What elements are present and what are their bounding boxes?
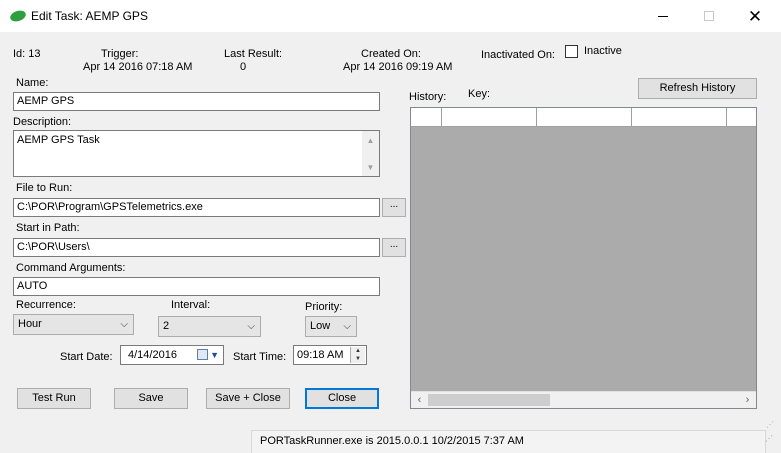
browse-path-button[interactable]: ... bbox=[382, 238, 406, 257]
last-result-label: Last Result: bbox=[224, 48, 283, 60]
spin-up-icon[interactable]: ▲ bbox=[351, 347, 365, 355]
minimize-icon bbox=[658, 15, 668, 17]
calendar-icon[interactable] bbox=[197, 349, 208, 360]
browse-file-button[interactable]: ... bbox=[382, 198, 406, 217]
inactivated-on-label: Inactivated On: bbox=[481, 49, 555, 61]
time-spinner[interactable]: ▲ ▼ bbox=[350, 347, 365, 363]
grid-column-header[interactable] bbox=[727, 108, 756, 127]
priority-value: Low bbox=[310, 320, 331, 332]
scroll-up-icon[interactable]: ▲ bbox=[362, 132, 379, 148]
interval-label: Interval: bbox=[171, 299, 211, 311]
recurrence-value: Hour bbox=[18, 318, 42, 330]
window-title: Edit Task: AEMP GPS bbox=[31, 9, 148, 23]
save-close-button[interactable]: Save + Close bbox=[206, 388, 290, 409]
start-date-picker[interactable]: 4/14/2016 ▼ bbox=[120, 345, 224, 365]
inactive-checkbox[interactable] bbox=[565, 45, 578, 58]
scroll-thumb[interactable] bbox=[428, 394, 550, 406]
close-button[interactable]: Close bbox=[305, 388, 379, 409]
history-grid[interactable]: ‹ › bbox=[410, 107, 757, 409]
grid-column-header[interactable] bbox=[632, 108, 727, 127]
chevron-down-icon: ⌵ bbox=[247, 321, 255, 332]
maximize-icon bbox=[704, 11, 714, 21]
chevron-down-icon: ⌵ bbox=[343, 321, 351, 332]
chevron-down-icon: ⌵ bbox=[120, 319, 128, 330]
spin-down-icon[interactable]: ▼ bbox=[351, 355, 365, 363]
start-time-label: Start Time: bbox=[233, 351, 287, 363]
description-text: AEMP GPS Task bbox=[17, 134, 100, 146]
close-window-button[interactable]: ✕ bbox=[732, 0, 778, 32]
key-label: Key: bbox=[468, 88, 491, 100]
created-on-label: Created On: bbox=[361, 48, 421, 60]
interval-select[interactable]: 2 ⌵ bbox=[158, 316, 261, 337]
command-args-input[interactable]: AUTO bbox=[13, 277, 380, 296]
name-label: Name: bbox=[16, 77, 49, 89]
grid-column-header[interactable] bbox=[537, 108, 632, 127]
grid-horizontal-scrollbar[interactable]: ‹ › bbox=[411, 391, 756, 408]
save-button[interactable]: Save bbox=[114, 388, 188, 409]
start-path-label: Start in Path: bbox=[16, 222, 80, 234]
start-time-picker[interactable]: 09:18 AM ▲ ▼ bbox=[293, 345, 367, 365]
start-path-input[interactable]: C:\POR\Users\ bbox=[13, 238, 380, 257]
file-to-run-label: File to Run: bbox=[16, 182, 73, 194]
name-input[interactable]: AEMP GPS bbox=[13, 92, 380, 111]
start-date-label: Start Date: bbox=[60, 351, 113, 363]
trigger-value: Apr 14 2016 07:18 AM bbox=[83, 61, 193, 73]
size-grip-icon[interactable]: ⋰ bbox=[765, 435, 777, 448]
minimize-button[interactable] bbox=[640, 0, 686, 32]
test-run-button[interactable]: Test Run bbox=[17, 388, 91, 409]
scroll-left-icon[interactable]: ‹ bbox=[411, 392, 428, 409]
description-label: Description: bbox=[13, 116, 72, 128]
inactive-label: Inactive bbox=[584, 45, 622, 57]
recurrence-select[interactable]: Hour ⌵ bbox=[13, 314, 134, 335]
dropdown-arrow-icon[interactable]: ▼ bbox=[210, 346, 219, 364]
grid-column-header[interactable] bbox=[442, 108, 537, 127]
maximize-button[interactable] bbox=[686, 0, 732, 32]
scroll-right-icon[interactable]: › bbox=[739, 392, 756, 409]
grid-row-header[interactable] bbox=[411, 108, 442, 127]
description-input[interactable]: AEMP GPS Task ▲ ▼ bbox=[13, 130, 380, 177]
created-on-value: Apr 14 2016 09:19 AM bbox=[343, 61, 453, 73]
last-result-value: 0 bbox=[240, 61, 247, 73]
priority-select[interactable]: Low ⌵ bbox=[305, 316, 357, 337]
interval-value: 2 bbox=[163, 320, 170, 332]
trigger-label: Trigger: bbox=[101, 48, 139, 60]
description-scrollbar[interactable]: ▲ ▼ bbox=[362, 131, 379, 176]
command-args-label: Command Arguments: bbox=[16, 262, 126, 274]
scroll-down-icon[interactable]: ▼ bbox=[362, 159, 379, 175]
recurrence-label: Recurrence: bbox=[16, 299, 76, 311]
start-date-value: 4/14/2016 bbox=[128, 349, 177, 361]
file-to-run-input[interactable]: C:\POR\Program\GPSTelemetrics.exe bbox=[13, 198, 380, 217]
grid-header bbox=[411, 108, 756, 127]
refresh-history-button[interactable]: Refresh History bbox=[638, 78, 757, 99]
status-text: PORTaskRunner.exe is 2015.0.0.1 10/2/201… bbox=[260, 435, 524, 447]
close-icon: ✕ bbox=[747, 6, 763, 26]
task-id: Id: 13 bbox=[13, 48, 41, 60]
start-time-value: 09:18 AM bbox=[297, 349, 344, 361]
resize-grip-icon[interactable]: ⋰ bbox=[766, 421, 774, 429]
history-label: History: bbox=[409, 91, 447, 103]
priority-label: Priority: bbox=[305, 301, 343, 313]
